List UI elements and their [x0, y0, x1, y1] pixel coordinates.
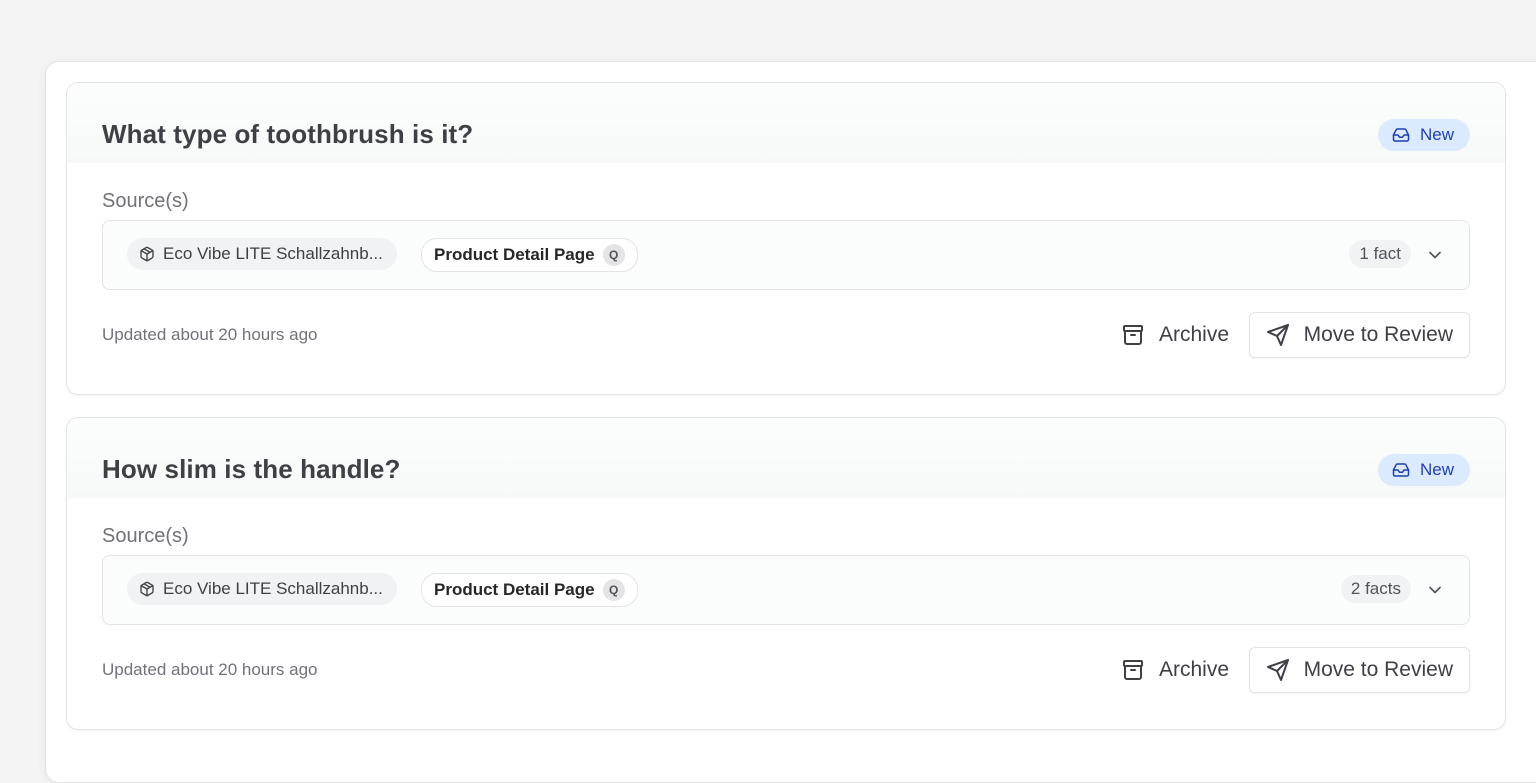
question-title: What type of toothbrush is it? [102, 119, 474, 149]
question-card: What type of toothbrush is it? New Sourc… [66, 82, 1506, 395]
archive-label: Archive [1158, 658, 1229, 681]
facts-count: 1 fact [1349, 240, 1411, 268]
package-icon [140, 581, 154, 597]
inbox-icon [1392, 463, 1410, 477]
source-list[interactable]: Eco Vibe LITE Schallzahnb... Product Det… [102, 555, 1470, 625]
sources-label: Source(s) [102, 190, 189, 212]
status-label: New [1419, 125, 1454, 144]
archive-icon [1122, 325, 1143, 345]
send-icon [1266, 324, 1289, 346]
status-badge: New [1377, 454, 1470, 486]
send-icon [1266, 659, 1289, 681]
product-chip[interactable]: Eco Vibe LITE Schallzahnb... [127, 573, 397, 605]
move-to-review-button[interactable]: Move to Review [1248, 312, 1470, 358]
updated-timestamp: Updated about 20 hours ago [102, 660, 318, 679]
page-chip-badge: Q [602, 579, 625, 601]
page-chip-label: Product Detail Page [434, 580, 595, 599]
product-chip-label: Eco Vibe LITE Schallzahnb... [163, 244, 383, 263]
status-label: New [1419, 460, 1454, 479]
question-card: How slim is the handle? New Source(s) Ec… [66, 417, 1506, 730]
archive-icon [1122, 660, 1143, 680]
page-chip-label: Product Detail Page [434, 245, 595, 264]
move-to-review-button[interactable]: Move to Review [1248, 647, 1470, 693]
product-chip-label: Eco Vibe LITE Schallzahnb... [163, 579, 383, 598]
status-badge: New [1377, 119, 1470, 151]
sources-label: Source(s) [102, 525, 189, 547]
package-icon [140, 246, 154, 262]
inbox-icon [1392, 128, 1410, 142]
review-label: Move to Review [1303, 323, 1453, 346]
source-list[interactable]: Eco Vibe LITE Schallzahnb... Product Det… [102, 220, 1470, 290]
product-chip[interactable]: Eco Vibe LITE Schallzahnb... [127, 238, 397, 270]
page-chip[interactable]: Product Detail Page Q [421, 573, 638, 607]
updated-timestamp: Updated about 20 hours ago [102, 325, 318, 344]
question-title: How slim is the handle? [102, 454, 401, 484]
chevron-down-icon[interactable] [1425, 245, 1445, 265]
page-chip-badge: Q [602, 244, 625, 266]
review-label: Move to Review [1303, 658, 1453, 681]
archive-label: Archive [1158, 323, 1229, 346]
page-chip[interactable]: Product Detail Page Q [421, 238, 638, 272]
chevron-down-icon[interactable] [1425, 580, 1445, 600]
archive-button[interactable]: Archive [1121, 647, 1229, 693]
archive-button[interactable]: Archive [1121, 312, 1229, 358]
facts-count: 2 facts [1340, 575, 1411, 603]
